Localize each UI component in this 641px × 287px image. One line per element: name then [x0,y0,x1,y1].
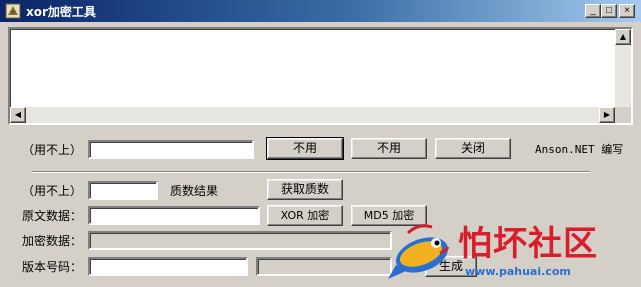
minimize-button[interactable]: _ [585,4,601,18]
title-bar[interactable] [0,0,641,22]
author-credit: Anson.NET 编写 [535,143,624,156]
xor-encrypt-button[interactable]: XOR 加密 [267,205,343,226]
watermark-text: 怕坏社区 [458,224,598,264]
version-input[interactable] [88,257,248,276]
scroll-corner [615,107,631,123]
version-label: 版本号码： [22,260,83,274]
unused-button-2[interactable]: 不用 [351,138,427,159]
prime-result-label: 质数结果 [170,184,219,198]
scroll-left-button[interactable]: ◀ [10,107,26,123]
close-app-button[interactable]: 关闭 [435,138,511,159]
row1-input[interactable] [88,140,254,159]
maximize-button[interactable]: □ [601,4,617,18]
window-title: xor加密工具 [26,5,96,19]
get-prime-button[interactable]: 获取质数 [267,179,343,200]
row2-label: （用不上） [22,184,83,198]
ciphertext-field[interactable] [88,231,392,250]
row1-label: （用不上） [22,143,83,157]
watermark-fish-icon [388,224,450,279]
app-icon [5,3,21,19]
unused-button-1[interactable]: 不用 [266,137,344,160]
horizontal-scrollbar[interactable]: ◀ ▶ [10,107,615,123]
plaintext-label: 原文数据： [22,209,83,223]
ciphertext-label: 加密数据： [22,234,83,248]
scroll-up-button[interactable]: ▲ [615,29,631,45]
prime-input[interactable] [88,181,158,200]
separator [32,171,590,173]
version-result-field[interactable] [256,257,392,276]
watermark-url: www.pahuai.com [465,265,571,278]
output-textarea[interactable]: ▲ ▼ ◀ ▶ [8,27,633,125]
close-button[interactable]: × [619,4,635,18]
plaintext-input[interactable] [88,206,260,225]
scroll-right-button[interactable]: ▶ [599,107,615,123]
